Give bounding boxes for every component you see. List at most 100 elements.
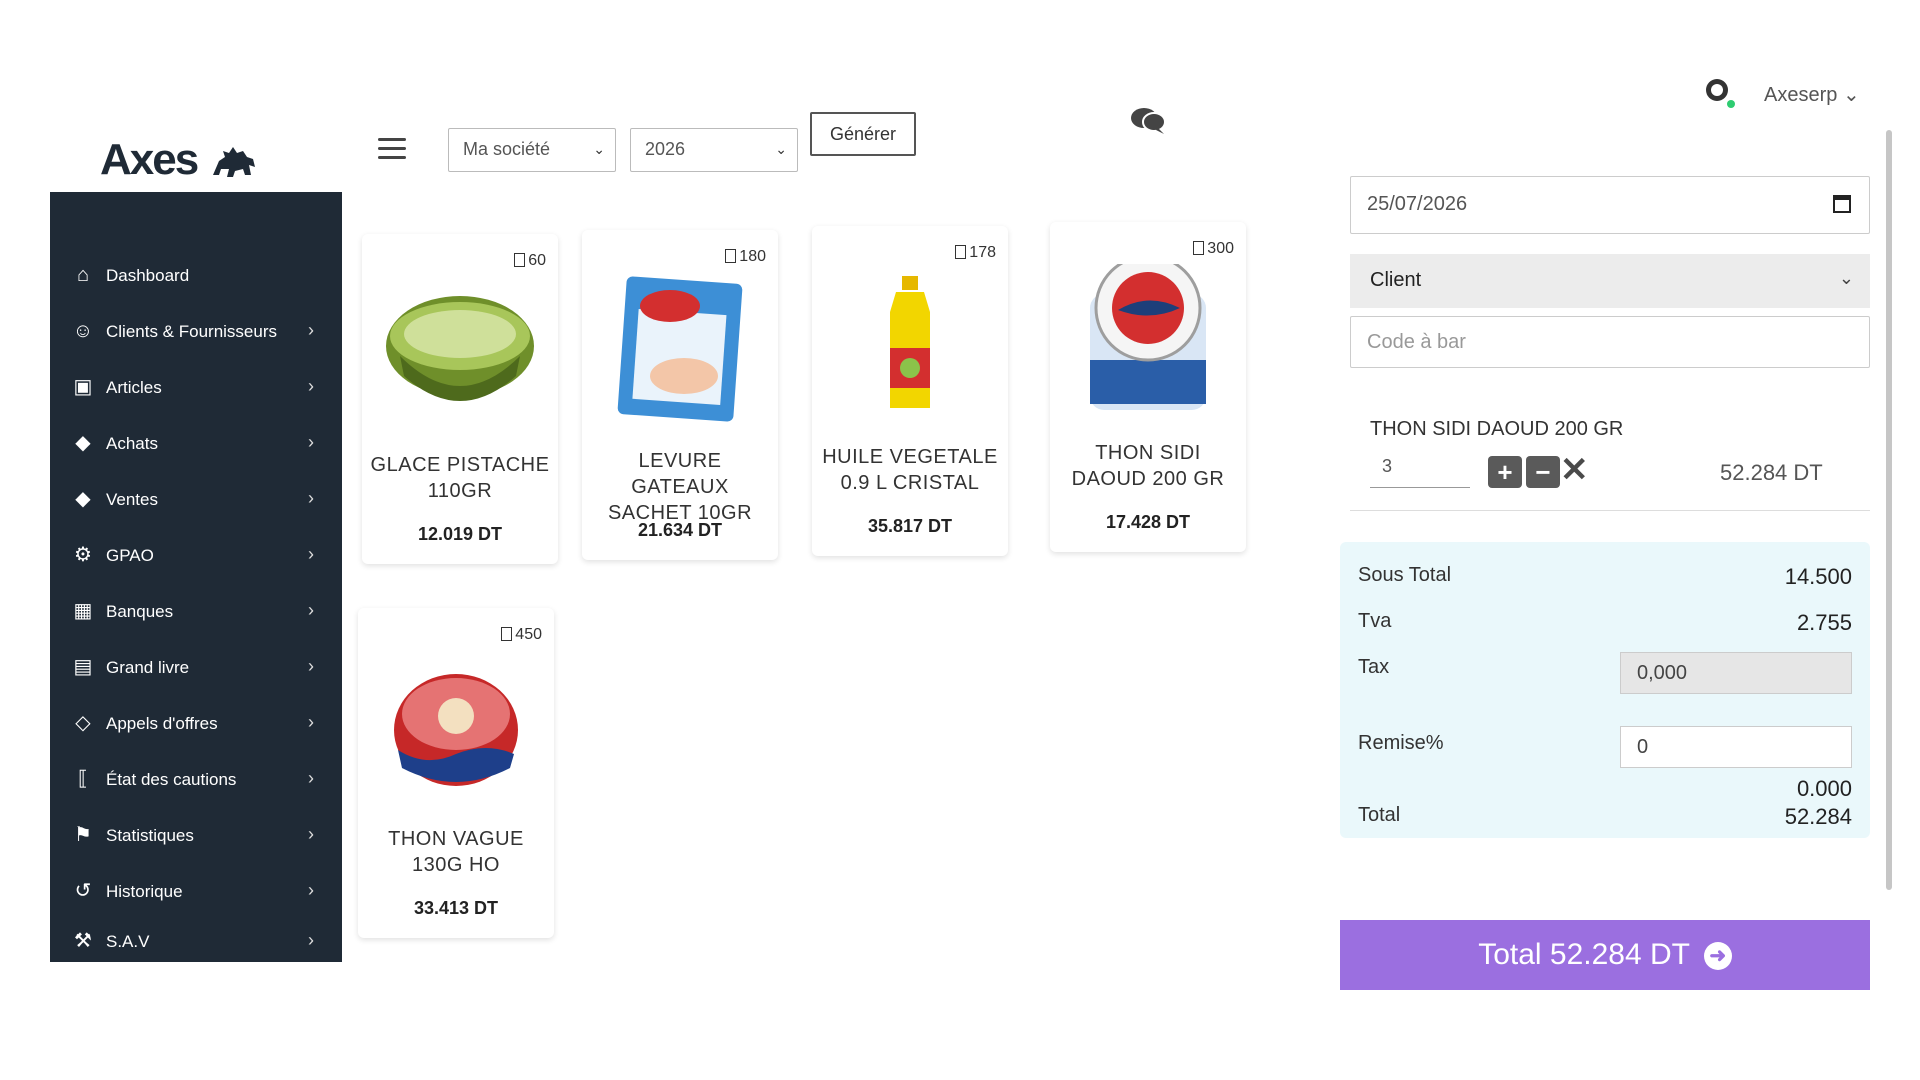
- product-card[interactable]: 300 THON SIDI DAOUD 200 GR 17.428 DT: [1050, 222, 1246, 552]
- user-menu[interactable]: Axeserp ⌄: [1764, 82, 1860, 107]
- product-name: THON SIDI DAOUD 200 GR: [1071, 442, 1225, 490]
- stock-badge: 180: [725, 248, 766, 266]
- logo[interactable]: Axes: [100, 135, 257, 185]
- sidebar-item-label: Grand livre: [106, 658, 190, 677]
- tva-label: Tva: [1358, 610, 1392, 632]
- chat-icon[interactable]: [1130, 106, 1166, 141]
- client-select-value: Client: [1370, 269, 1422, 291]
- sidebar-item-historique[interactable]: ↺ Historique ›: [50, 870, 342, 914]
- total-label: Total: [1358, 804, 1401, 826]
- product-card[interactable]: 60 GLACE PISTACHE 110GR 12.019 DT: [362, 234, 558, 564]
- quantity-value: 3: [1382, 456, 1393, 476]
- sidebar-item-appels-offres[interactable]: ◇ Appels d'offres ›: [50, 702, 342, 746]
- product-price: 33.413 DT: [413, 898, 499, 918]
- calendar-icon[interactable]: [1833, 195, 1851, 213]
- chevron-right-icon: ›: [308, 824, 314, 844]
- user-name: Axeserp: [1764, 84, 1838, 106]
- document-icon: [514, 253, 526, 267]
- scrollbar[interactable]: [1886, 130, 1892, 890]
- date-input[interactable]: 25/07/2026: [1350, 176, 1870, 234]
- discount-label: Remise%: [1358, 732, 1444, 754]
- sidebar-item-label: S.A.V: [106, 932, 150, 951]
- sidebar-item-label: Statistiques: [106, 826, 194, 845]
- checkout-total-button[interactable]: Total 52.284 DT ➜: [1340, 920, 1870, 990]
- checkout-total-label: Total 52.284 DT: [1478, 938, 1690, 971]
- sidebar-item-banques[interactable]: ▦ Banques ›: [50, 590, 342, 634]
- chevron-down-icon: ⌄: [1842, 84, 1860, 106]
- discount-input[interactable]: 0: [1620, 726, 1852, 768]
- subtotal-value: 14.500: [1784, 564, 1852, 589]
- chevron-right-icon: ›: [308, 320, 314, 340]
- sidebar-item-clients[interactable]: ☺ Clients & Fournisseurs ›: [50, 310, 342, 354]
- sidebar-item-etat-cautions[interactable]: ⟦ État des cautions ›: [50, 758, 342, 802]
- sidebar-item-label: GPAO: [106, 546, 154, 565]
- sidebar-item-statistiques[interactable]: ⚑ Statistiques ›: [50, 814, 342, 858]
- barcode-placeholder: Code à bar: [1367, 331, 1466, 353]
- sidebar-item-articles[interactable]: ▣ Articles ›: [50, 366, 342, 410]
- product-card[interactable]: 178 HUILE VEGETALE 0.9 L CRISTAL 35.817 …: [812, 226, 1008, 556]
- year-select[interactable]: 2026 ⌄: [630, 128, 798, 172]
- stock-badge: 300: [1193, 240, 1234, 258]
- decrement-quantity-button[interactable]: −: [1526, 456, 1560, 488]
- increment-quantity-button[interactable]: +: [1488, 456, 1522, 488]
- client-select[interactable]: Client ⌄: [1350, 254, 1870, 308]
- product-price: 12.019 DT: [417, 524, 503, 544]
- bracket-icon: ⟦: [78, 768, 88, 790]
- logo-text: Axes: [100, 135, 199, 184]
- stock-count: 300: [1207, 240, 1234, 257]
- order-panel: 25/07/2026 Client ⌄ Code à bar THON SIDI…: [1320, 150, 1880, 1010]
- sidebar-item-gpao[interactable]: ⚙ GPAO ›: [50, 534, 342, 578]
- company-select[interactable]: Ma société ⌄: [448, 128, 616, 172]
- document-icon: [955, 245, 967, 259]
- sidebar-item-label: Clients & Fournisseurs: [106, 322, 278, 341]
- stock-count: 178: [969, 244, 996, 261]
- barcode-input[interactable]: Code à bar: [1350, 316, 1870, 368]
- discount-value: 0: [1637, 736, 1649, 758]
- order-line-name: THON SIDI DAOUD 200 GR: [1370, 418, 1624, 440]
- sidebar-item-label: Achats: [106, 434, 158, 453]
- tag-icon: ◆: [75, 488, 91, 510]
- order-summary: Sous Total 14.500 Tva 2.755 Tax 0,000 Re…: [1340, 542, 1870, 838]
- chevron-right-icon: ›: [308, 376, 314, 396]
- diamond-icon: ◇: [75, 712, 91, 734]
- sidebar-item-label: Articles: [106, 378, 162, 397]
- chevron-right-icon: ›: [308, 600, 314, 620]
- product-name: THON VAGUE 130G HO: [388, 828, 524, 876]
- tax-input: 0,000: [1620, 652, 1852, 694]
- sidebar-item-ventes[interactable]: ◆ Ventes ›: [50, 478, 342, 522]
- stock-count: 60: [528, 252, 546, 269]
- product-name: HUILE VEGETALE 0.9 L CRISTAL: [822, 446, 998, 494]
- document-icon: [1193, 241, 1205, 255]
- sidebar-item-grand-livre[interactable]: ▤ Grand livre ›: [50, 646, 342, 690]
- tag-icon: ◆: [75, 432, 91, 454]
- chevron-right-icon: ›: [308, 880, 314, 900]
- quantity-input[interactable]: 3: [1370, 450, 1470, 488]
- menu-toggle-icon[interactable]: [378, 138, 406, 160]
- product-card[interactable]: 180 LEVURE GATEAUX SACHET 10GR 21.634 DT: [582, 230, 778, 560]
- sidebar-item-dashboard[interactable]: ⌂ Dashboard: [50, 254, 342, 298]
- avatar[interactable]: [1702, 76, 1736, 110]
- generate-button[interactable]: Générer: [810, 112, 916, 156]
- product-image: [1090, 264, 1206, 410]
- sidebar-item-sav[interactable]: ⚒ S.A.V ›: [50, 920, 342, 964]
- document-icon: [725, 249, 737, 263]
- tax-label: Tax: [1358, 656, 1390, 678]
- chevron-down-icon: ⌄: [775, 141, 787, 157]
- sidebar-item-achats[interactable]: ◆ Achats ›: [50, 422, 342, 466]
- sidebar-item-label: Dashboard: [106, 266, 190, 285]
- product-image: [890, 276, 930, 408]
- product-price: 17.428 DT: [1105, 512, 1191, 532]
- lion-icon: [213, 147, 256, 178]
- stock-badge: 60: [514, 252, 546, 270]
- stock-count: 180: [739, 248, 766, 265]
- wrench-icon: ⚒: [74, 930, 92, 952]
- user-icon: ☺: [72, 320, 94, 342]
- order-line-total: 52.284 DT: [1720, 460, 1823, 485]
- chevron-down-icon: ⌄: [593, 141, 605, 157]
- product-price: 21.634 DT: [637, 520, 723, 540]
- document-icon: [501, 627, 513, 641]
- date-value: 25/07/2026: [1367, 193, 1468, 215]
- remove-line-icon[interactable]: ✕: [1560, 450, 1589, 490]
- sidebar-item-label: Ventes: [106, 490, 158, 509]
- product-card[interactable]: 450 THON VAGUE 130G HO 33.413 DT: [358, 608, 554, 938]
